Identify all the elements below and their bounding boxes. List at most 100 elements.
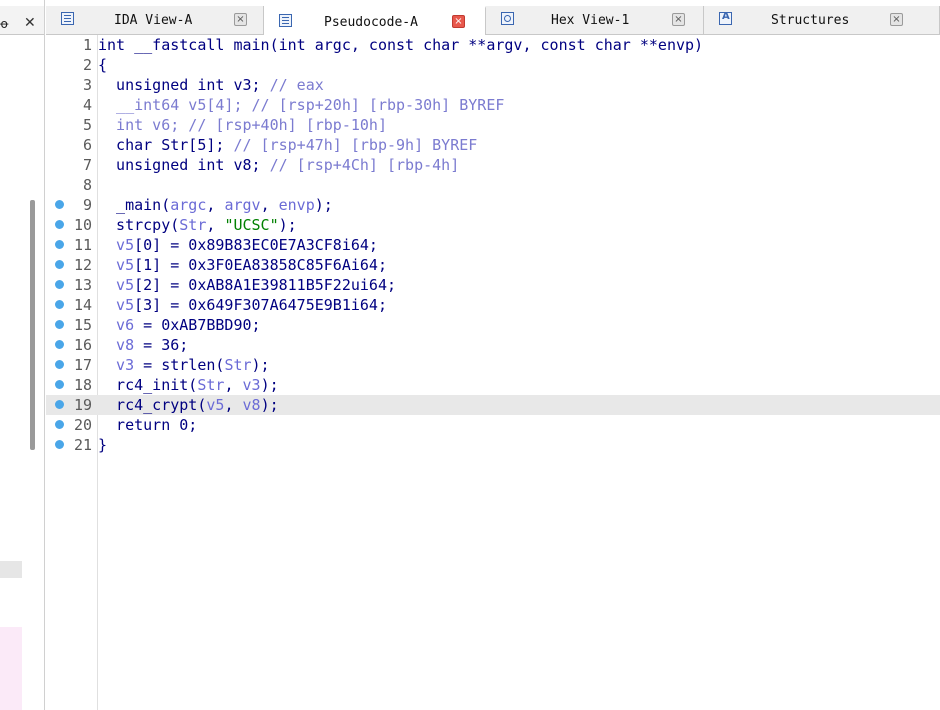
code-line[interactable]: 20 return 0; <box>46 415 940 435</box>
code-token: rc4_init( <box>98 376 198 394</box>
code-line[interactable]: 21} <box>46 435 940 455</box>
tab-bar: IDA View-A × Pseudocode-A × Hex View-1 ×… <box>46 6 940 35</box>
tab-hex-view[interactable]: Hex View-1 × <box>486 6 704 34</box>
code-line[interactable]: 7 unsigned int v8; // [rsp+4Ch] [rbp-4h] <box>46 155 940 175</box>
code-line[interactable]: 12 v5[1] = 0x3F0EA83858C85F6Ai64; <box>46 255 940 275</box>
code-line[interactable]: 15 v6 = 0xAB7BBD90; <box>46 315 940 335</box>
code-token: unsigned int v3; <box>98 76 270 94</box>
code-token: return 0; <box>98 416 198 434</box>
code-text: strcpy(Str, "UCSC"); <box>98 215 297 235</box>
code-token: = 0xAB7BBD90; <box>134 316 261 334</box>
code-line[interactable]: 2{ <box>46 55 940 75</box>
code-token: rc4_crypt( <box>98 396 207 414</box>
code-text: _main(argc, argv, envp); <box>98 195 333 215</box>
code-line[interactable]: 10 strcpy(Str, "UCSC"); <box>46 215 940 235</box>
tab-label: Structures <box>771 13 850 28</box>
code-line[interactable]: 8 <box>46 175 940 195</box>
breakpoint-dot-icon[interactable] <box>55 320 64 329</box>
close-tab-icon[interactable]: × <box>890 13 903 26</box>
code-line[interactable]: 14 v5[3] = 0x649F307A6475E9B1i64; <box>46 295 940 315</box>
code-token: // [rsp+4Ch] [rbp-4h] <box>269 156 460 174</box>
line-number: 6 <box>82 136 92 154</box>
code-text: __int64 v5[4]; // [rsp+20h] [rbp-30h] BY… <box>98 95 504 115</box>
code-token: char Str[5]; <box>98 136 234 154</box>
code-token: argc <box>170 196 207 214</box>
breakpoint-dot-icon[interactable] <box>55 360 64 369</box>
line-number: 10 <box>73 216 92 234</box>
code-line[interactable]: 13 v5[2] = 0xAB8A1E39811B5F22ui64; <box>46 275 940 295</box>
code-token: v5 <box>206 396 225 414</box>
code-text: v5[2] = 0xAB8A1E39811B5F22ui64; <box>98 275 396 295</box>
code-line[interactable]: 4 __int64 v5[4]; // [rsp+20h] [rbp-30h] … <box>46 95 940 115</box>
code-text: unsigned int v8; // [rsp+4Ch] [rbp-4h] <box>98 155 459 175</box>
tab-structures[interactable]: Structures × <box>704 6 940 34</box>
line-number: 7 <box>82 156 92 174</box>
code-line[interactable]: 11 v5[0] = 0x89B83EC0E7A3CF8i64; <box>46 235 940 255</box>
code-text: rc4_init(Str, v3); <box>98 375 279 395</box>
breakpoint-dot-icon[interactable] <box>55 240 64 249</box>
line-number: 20 <box>73 416 92 434</box>
code-line[interactable]: 6 char Str[5]; // [rsp+47h] [rbp-9h] BYR… <box>46 135 940 155</box>
code-token: , <box>224 376 243 394</box>
code-token: _main( <box>98 196 171 214</box>
code-line[interactable]: 16 v8 = 36; <box>46 335 940 355</box>
close-tab-icon[interactable]: × <box>672 13 685 26</box>
code-token: v8 <box>242 396 261 414</box>
code-token: ); <box>314 196 333 214</box>
breakpoint-dot-icon[interactable] <box>55 200 64 209</box>
code-line[interactable]: 3 unsigned int v3; // eax <box>46 75 940 95</box>
breakpoint-dot-icon[interactable] <box>55 380 64 389</box>
code-text: v3 = strlen(Str); <box>98 355 270 375</box>
line-number: 14 <box>73 296 92 314</box>
code-token: [3] = 0x649F307A6475E9B1i64; <box>134 296 387 314</box>
code-text: char Str[5]; // [rsp+47h] [rbp-9h] BYREF <box>98 135 477 155</box>
code-line[interactable]: 5 int v6; // [rsp+40h] [rbp-10h] <box>46 115 940 135</box>
code-line[interactable]: 17 v3 = strlen(Str); <box>46 355 940 375</box>
line-number: 13 <box>73 276 92 294</box>
code-line[interactable]: 9 _main(argc, argv, envp); <box>46 195 940 215</box>
line-number: 3 <box>82 76 92 94</box>
scrollbar-thumb[interactable] <box>30 200 35 450</box>
breakpoint-dot-icon[interactable] <box>55 300 64 309</box>
code-token: v5 <box>98 296 135 314</box>
code-token: v8 <box>98 336 135 354</box>
breakpoint-dot-icon[interactable] <box>55 340 64 349</box>
close-tab-icon[interactable]: × <box>234 13 247 26</box>
code-token: = strlen( <box>134 356 225 374</box>
left-panel-tab[interactable]: ꝋ ✕ <box>0 6 44 35</box>
close-tab-icon[interactable]: × <box>452 15 465 28</box>
selected-row[interactable] <box>0 561 22 578</box>
code-text: { <box>98 55 107 75</box>
panel-icon: ꝋ <box>0 17 9 31</box>
code-line[interactable]: 1 int __fastcall main(int argc, const cha… <box>46 35 940 55</box>
code-token: Str <box>197 376 225 394</box>
code-token: [1] = 0x3F0EA83858C85F6Ai64; <box>134 256 387 274</box>
line-number: 5 <box>82 116 92 134</box>
code-line[interactable]: 19 rc4_crypt(v5, v8); <box>46 395 940 415</box>
code-token: v6 <box>98 316 135 334</box>
close-icon[interactable]: ✕ <box>24 15 36 31</box>
line-number: 17 <box>73 356 92 374</box>
line-number: 21 <box>73 436 92 454</box>
line-number: 12 <box>73 256 92 274</box>
code-token: [2] = 0xAB8A1E39811B5F22ui64; <box>134 276 397 294</box>
line-number: 4 <box>82 96 92 114</box>
tab-label: Hex View-1 <box>551 13 630 28</box>
breakpoint-dot-icon[interactable] <box>55 220 64 229</box>
code-token: v3 <box>98 356 135 374</box>
code-token: // [rsp+47h] [rbp-9h] BYREF <box>233 136 478 154</box>
breakpoint-dot-icon[interactable] <box>55 400 64 409</box>
breakpoint-dot-icon[interactable] <box>55 420 64 429</box>
tab-ida-view[interactable]: IDA View-A × <box>46 6 264 34</box>
code-line[interactable]: 18 rc4_init(Str, v3); <box>46 375 940 395</box>
breakpoint-dot-icon[interactable] <box>55 280 64 289</box>
tab-pseudocode[interactable]: Pseudocode-A × <box>264 6 486 35</box>
code-token: , <box>206 216 225 234</box>
code-token: v5 <box>98 236 135 254</box>
code-token: , <box>224 396 243 414</box>
breakpoint-dot-icon[interactable] <box>55 260 64 269</box>
code-token: } <box>98 436 108 454</box>
code-token: { <box>98 56 108 74</box>
code-text: return 0; <box>98 415 197 435</box>
breakpoint-dot-icon[interactable] <box>55 440 64 449</box>
